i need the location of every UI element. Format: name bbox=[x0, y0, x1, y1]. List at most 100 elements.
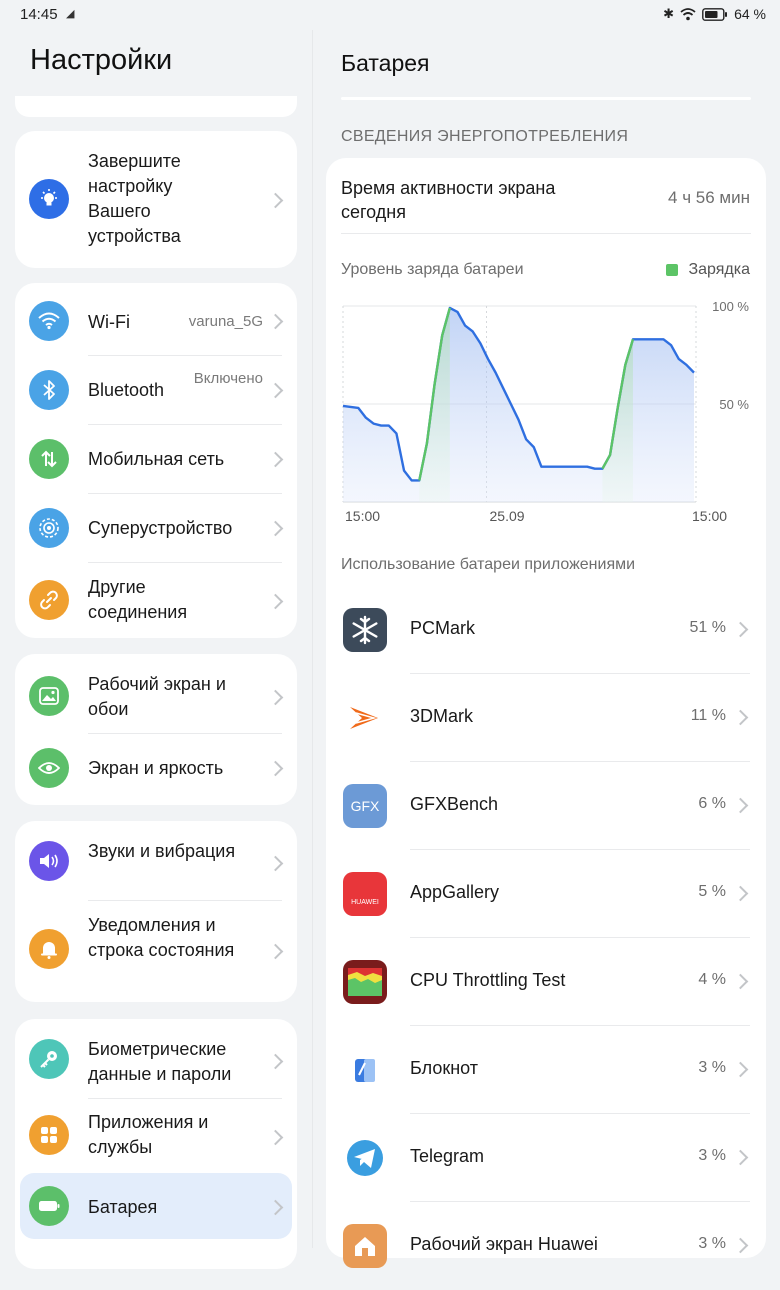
eye-icon bbox=[29, 748, 69, 788]
sidebar-item-label: Bluetooth bbox=[88, 380, 165, 400]
sidebar-item-display[interactable]: Экран и яркость bbox=[15, 734, 297, 805]
wifi-status-icon bbox=[680, 7, 696, 20]
app-usage-percent: 51 % bbox=[689, 619, 726, 636]
app-usage-row[interactable]: Блокнот 3 % bbox=[326, 1026, 766, 1114]
app-usage-row[interactable]: PCMark 51 % bbox=[326, 586, 766, 674]
y-tick-label: 50 % bbox=[719, 397, 749, 412]
app-name: Telegram bbox=[410, 1146, 485, 1166]
system-card: Биометрические данные и пароли Приложени… bbox=[15, 1019, 297, 1269]
chevron-right-icon bbox=[267, 1053, 284, 1070]
chevron-right-icon bbox=[267, 520, 284, 537]
app-name: 3DMark bbox=[410, 706, 474, 726]
chevron-right-icon bbox=[267, 1129, 284, 1146]
search-card-partial[interactable] bbox=[15, 96, 297, 117]
apps-icon bbox=[29, 1115, 69, 1155]
superdevice-icon bbox=[29, 508, 69, 548]
sidebar-item-label: Рабочий экран и обои bbox=[88, 674, 226, 719]
sidebar-item-biometrics[interactable]: Биометрические данные и пароли bbox=[15, 1019, 297, 1098]
sidebar-item-apps[interactable]: Приложения и службы bbox=[15, 1099, 297, 1172]
lightbulb-icon bbox=[29, 179, 69, 219]
chevron-right-icon bbox=[267, 943, 284, 960]
setup-label: Завершите настройку Вашего устройства bbox=[88, 151, 181, 246]
mobile-network-icon bbox=[29, 439, 69, 479]
battery-level-chart[interactable]: 100 % 50 % 15:00 25.09 15:00 bbox=[326, 290, 766, 535]
chart-caption: Уровень заряда батареи bbox=[341, 261, 524, 278]
app-usage-percent: 3 % bbox=[698, 1235, 726, 1252]
connectivity-card: Wi-Fi varuna_5G Bluetooth Включено Мобил… bbox=[15, 283, 297, 638]
battery-percent: 64 % bbox=[734, 6, 766, 22]
legend-swatch bbox=[666, 264, 679, 276]
sidebar-item-label: Мобильная сеть bbox=[88, 449, 225, 469]
charging-area bbox=[602, 339, 633, 502]
app-usage-row[interactable]: Telegram 3 % bbox=[326, 1114, 766, 1202]
sidebar-item-mobile-network[interactable]: Мобильная сеть bbox=[15, 425, 297, 493]
page-title: Настройки bbox=[30, 44, 173, 76]
screen-time-label: Время активности экрана сегодня bbox=[341, 178, 556, 222]
chevron-right-icon bbox=[732, 1149, 749, 1166]
sidebar-item-wifi[interactable]: Wi-Fi varuna_5G bbox=[15, 283, 297, 355]
app-usage-row[interactable]: GFX GFXBench 6 % bbox=[326, 762, 766, 850]
app-name: CPU Throttling Test bbox=[410, 970, 566, 990]
chevron-right-icon bbox=[267, 689, 284, 706]
sidebar-item-other-connections[interactable]: Другие соединения bbox=[15, 563, 297, 638]
section-caption: СВЕДЕНИЯ ЭНЕРГОПОТРЕБЛЕНИЯ bbox=[341, 128, 629, 145]
charging-area bbox=[419, 307, 450, 502]
battery-status-icon bbox=[702, 7, 728, 21]
sidebar-item-sounds[interactable]: Звуки и вибрация bbox=[15, 821, 297, 900]
chevron-right-icon bbox=[267, 192, 284, 209]
wifi-network-value: varuna_5G bbox=[188, 313, 263, 330]
app-usage-percent: 3 % bbox=[698, 1059, 726, 1076]
cast-icon: ◢ bbox=[66, 7, 75, 20]
setup-card[interactable]: Завершите настройку Вашего устройства bbox=[15, 131, 297, 268]
app-usage-row[interactable]: 3DMark 11 % bbox=[326, 674, 766, 762]
chevron-right-icon bbox=[267, 855, 284, 872]
sidebar-item-label: Приложения и службы bbox=[88, 1112, 209, 1157]
sidebar-item-label: Батарея bbox=[88, 1197, 158, 1217]
sidebar-item-home-screen[interactable]: Рабочий экран и обои bbox=[15, 654, 297, 733]
chart-legend: Зарядка bbox=[666, 261, 750, 279]
bluetooth-status-value: Включено bbox=[193, 370, 263, 387]
chevron-right-icon bbox=[732, 1061, 749, 1078]
sidebar-item-label: Суперустройство bbox=[88, 518, 233, 538]
detail-header-divider bbox=[341, 97, 751, 100]
sidebar-item-notifications[interactable]: Уведомления и строка состояния bbox=[15, 901, 297, 1002]
chevron-right-icon bbox=[732, 973, 749, 990]
x-tick-label: 15:00 bbox=[692, 508, 727, 524]
x-tick-label: 25.09 bbox=[490, 508, 525, 524]
bell-icon bbox=[29, 929, 69, 969]
chevron-right-icon bbox=[732, 885, 749, 902]
sidebar-item-superdevice[interactable]: Суперустройство bbox=[15, 494, 297, 562]
chevron-right-icon bbox=[267, 760, 284, 777]
sidebar-item-label: Уведомления и строка состояния bbox=[88, 915, 235, 960]
notepad-icon bbox=[343, 1048, 387, 1092]
app-usage-percent: 3 % bbox=[698, 1147, 726, 1164]
chevron-right-icon bbox=[732, 709, 749, 726]
link-icon bbox=[29, 580, 69, 620]
sidebar-item-label: Звуки и вибрация bbox=[88, 841, 236, 861]
y-tick-label: 100 % bbox=[712, 299, 749, 314]
legend-label: Зарядка bbox=[688, 261, 750, 278]
chevron-right-icon bbox=[732, 621, 749, 638]
app-usage-row[interactable]: CPU Throttling Test 4 % bbox=[326, 938, 766, 1026]
sidebar-item-battery[interactable]: Батарея bbox=[20, 1173, 292, 1239]
app-usage-row[interactable]: Рабочий экран Huawei 3 % bbox=[326, 1202, 766, 1290]
chevron-right-icon bbox=[732, 797, 749, 814]
setup-row[interactable]: Завершите настройку Вашего устройства bbox=[15, 131, 297, 268]
chevron-right-icon bbox=[267, 593, 284, 610]
status-time: 14:45 bbox=[20, 6, 58, 23]
chevron-right-icon bbox=[267, 451, 284, 468]
panel-divider bbox=[312, 30, 313, 1248]
appgallery-icon: HUAWEI bbox=[343, 872, 387, 916]
sidebar-item-bluetooth[interactable]: Bluetooth Включено bbox=[15, 356, 297, 424]
x-tick-label: 15:00 bbox=[345, 508, 380, 524]
chevron-right-icon bbox=[267, 313, 284, 330]
huawei-home-icon bbox=[343, 1224, 387, 1268]
cpu-throttling-icon bbox=[343, 960, 387, 1004]
telegram-icon bbox=[343, 1136, 387, 1180]
app-usage-row[interactable]: HUAWEI AppGallery 5 % bbox=[326, 850, 766, 938]
app-usage-percent: 4 % bbox=[698, 971, 726, 988]
gfxbench-icon: GFX bbox=[343, 784, 387, 828]
app-name: AppGallery bbox=[410, 882, 500, 902]
sidebar-item-label: Экран и яркость bbox=[88, 758, 224, 778]
sidebar-item-label: Wi-Fi bbox=[88, 312, 130, 332]
